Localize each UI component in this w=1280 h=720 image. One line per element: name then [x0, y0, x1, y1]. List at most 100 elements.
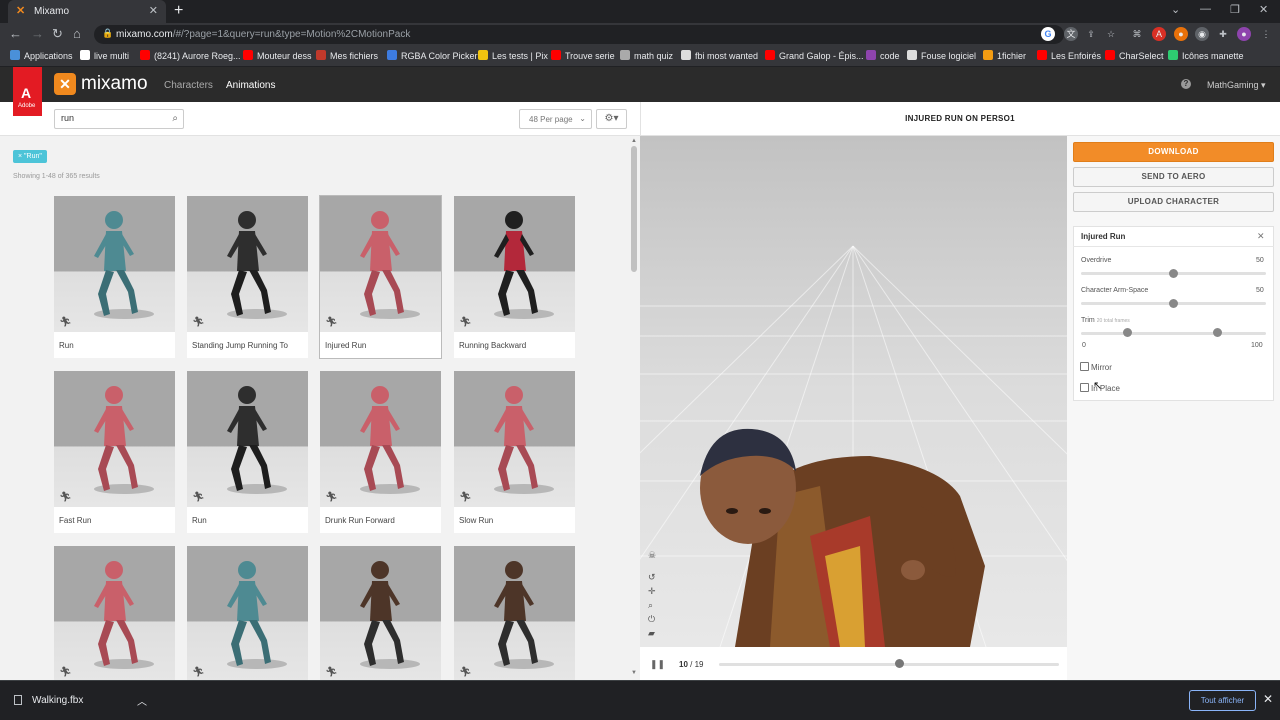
help-icon[interactable]: ?: [1181, 79, 1191, 89]
animation-card[interactable]: 🏃︎: [320, 546, 441, 680]
bookmark-item[interactable]: math quiz: [620, 50, 673, 61]
profile-avatar[interactable]: ●: [1237, 27, 1251, 41]
frame-counter: 10 / 19: [679, 660, 703, 669]
search-box[interactable]: ⌕: [54, 109, 184, 129]
animation-card[interactable]: 🏃︎ Run: [54, 196, 175, 358]
bookmark-item[interactable]: Mes fichiers: [316, 50, 378, 61]
overdrive-slider-handle[interactable]: [1169, 269, 1178, 278]
user-menu[interactable]: MathGaming ▾: [1207, 80, 1266, 91]
results-count: Showing 1-48 of 365 results: [13, 173, 100, 180]
download-item[interactable]: Walking.fbx: [14, 695, 83, 706]
share-icon[interactable]: ⇪: [1084, 27, 1098, 41]
nav-animations[interactable]: Animations: [226, 80, 276, 104]
back-icon[interactable]: ←: [9, 27, 22, 41]
animation-card[interactable]: 🏃︎ Running Backward: [454, 196, 575, 358]
pan-icon[interactable]: ✛: [648, 586, 656, 597]
bookmark-item[interactable]: code: [866, 50, 900, 61]
scroll-down-icon[interactable]: ▼: [631, 670, 637, 676]
zoom-icon[interactable]: ⌕: [648, 600, 653, 611]
bookmark-item[interactable]: Mouteur dess: [243, 50, 312, 61]
bookmark-item[interactable]: Applications: [10, 50, 73, 61]
animation-card[interactable]: 🏃︎ Fast Run: [54, 371, 175, 533]
trim-slider[interactable]: [1081, 332, 1266, 335]
camera-icon[interactable]: ▰: [648, 628, 655, 639]
search-input[interactable]: [61, 113, 161, 123]
translate-icon[interactable]: 文: [1064, 27, 1078, 41]
adblock-icon[interactable]: A: [1152, 27, 1166, 41]
timeline-track[interactable]: [719, 663, 1059, 666]
adobe-logo[interactable]: A Adobe: [13, 67, 42, 116]
per-page-select[interactable]: 48 Per page ⌄: [519, 109, 592, 129]
show-all-button[interactable]: Tout afficher: [1189, 690, 1256, 711]
animation-card[interactable]: 🏃︎: [187, 546, 308, 680]
reload-icon[interactable]: ↻: [52, 27, 63, 41]
brand-name[interactable]: mixamo: [81, 73, 148, 95]
menu-kebab-icon[interactable]: ⋮: [1259, 27, 1273, 41]
settings-dropdown[interactable]: ⚙▾: [596, 109, 627, 129]
timeline-scrubber[interactable]: [894, 659, 904, 668]
bookmark-star-icon[interactable]: ☆: [1104, 27, 1118, 41]
nav-characters[interactable]: Characters: [164, 80, 213, 91]
animation-card[interactable]: 🏃︎ Standing Jump Running To: [187, 196, 308, 358]
browser-tab[interactable]: ✕ Mixamo ✕: [8, 0, 166, 23]
window-close-icon[interactable]: ✕: [1259, 3, 1268, 16]
download-button[interactable]: DOWNLOAD: [1073, 142, 1274, 162]
close-downloads-icon[interactable]: ✕: [1263, 692, 1273, 706]
upload-character-button[interactable]: UPLOAD CHARACTER: [1073, 192, 1274, 212]
google-lens-icon[interactable]: G: [1041, 27, 1055, 41]
animation-card[interactable]: 🏃︎: [454, 546, 575, 680]
armspace-slider-handle[interactable]: [1169, 299, 1178, 308]
animation-card[interactable]: 🏃︎ Slow Run: [454, 371, 575, 533]
bookmark-item[interactable]: Trouve serie: [551, 50, 615, 61]
bookmark-item[interactable]: Les tests | Pix: [478, 50, 548, 61]
power-icon[interactable]: ⏻: [648, 614, 655, 625]
tab-close-icon[interactable]: ✕: [149, 4, 158, 17]
bookmark-item[interactable]: live multi: [80, 50, 129, 61]
bookmark-item[interactable]: fbi most wanted: [681, 50, 758, 61]
animation-card[interactable]: 🏃︎ Run: [187, 371, 308, 533]
mixamo-favicon-icon: ✕: [16, 5, 26, 17]
armspace-value: 50: [1256, 287, 1264, 294]
extension-puzzle-icon[interactable]: ⌘: [1130, 27, 1144, 41]
bookmark-label: (8241) Aurore Roeg...: [154, 51, 241, 61]
chevron-up-icon[interactable]: ︿: [137, 693, 147, 708]
bookmark-item[interactable]: Icônes manette: [1168, 50, 1244, 61]
mirror-checkbox[interactable]: [1080, 362, 1089, 371]
bookmark-item[interactable]: RGBA Color Picker: [387, 50, 478, 61]
close-icon[interactable]: ✕: [1257, 231, 1265, 242]
mixamo-logo-icon[interactable]: ✕: [54, 73, 76, 95]
in-place-checkbox[interactable]: [1080, 383, 1089, 392]
tab-search-icon[interactable]: ⌄: [1171, 3, 1180, 16]
bookmark-item[interactable]: Les Enfoirés: [1037, 50, 1101, 61]
trim-start-handle[interactable]: [1122, 328, 1132, 337]
bookmark-item[interactable]: 1fichier: [983, 50, 1026, 61]
scrollbar-thumb[interactable]: [631, 146, 637, 272]
extension-orange-icon[interactable]: ●: [1174, 27, 1188, 41]
bookmark-item[interactable]: (8241) Aurore Roeg...: [140, 50, 241, 61]
extension-icon[interactable]: ◉: [1195, 27, 1209, 41]
bookmark-item[interactable]: CharSelect: [1105, 50, 1164, 61]
address-bar[interactable]: 🔒 mixamo.com/#/?page=1&query=run&type=Mo…: [94, 25, 1064, 44]
bookmark-item[interactable]: Grand Galop - Épis...: [765, 50, 864, 61]
bookmark-favicon-icon: [80, 50, 90, 60]
animation-card[interactable]: 🏃︎ Injured Run: [319, 195, 442, 359]
restore-icon[interactable]: ❐: [1230, 3, 1240, 16]
3d-viewport[interactable]: [640, 136, 1067, 647]
extensions-icon[interactable]: ✚: [1216, 27, 1230, 41]
skeleton-icon[interactable]: ☠: [648, 550, 656, 561]
send-to-aero-button[interactable]: SEND TO AERO: [1073, 167, 1274, 187]
home-icon[interactable]: ⌂: [73, 27, 81, 41]
filter-tag[interactable]: × "Run": [13, 150, 47, 163]
bookmark-item[interactable]: Fouse logiciel: [907, 50, 976, 61]
reset-view-icon[interactable]: ↺: [648, 572, 656, 583]
animation-card[interactable]: 🏃︎ Drunk Run Forward: [320, 371, 441, 533]
pause-icon[interactable]: ❚❚: [650, 659, 665, 670]
scroll-up-icon[interactable]: ▲: [631, 138, 637, 144]
downloads-bar: Walking.fbx ︿ Tout afficher ✕: [0, 680, 1280, 720]
new-tab-icon[interactable]: +: [174, 2, 183, 20]
forward-icon[interactable]: →: [31, 27, 44, 41]
youtube-icon: [765, 50, 775, 60]
minimize-icon[interactable]: —: [1200, 3, 1211, 15]
animation-card[interactable]: 🏃︎: [54, 546, 175, 680]
search-icon[interactable]: ⌕: [172, 113, 178, 124]
